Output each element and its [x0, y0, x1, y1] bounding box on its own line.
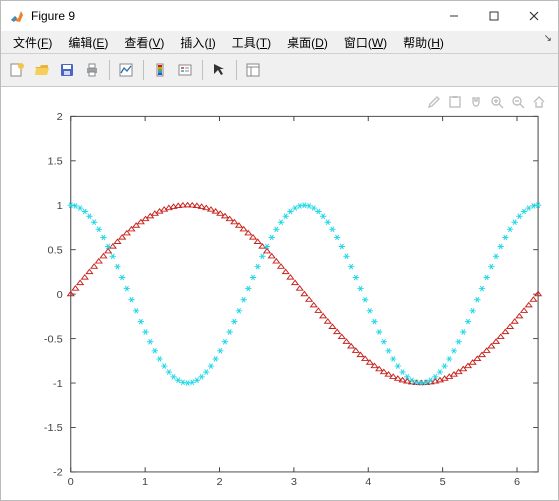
- insert-colorbar-button[interactable]: [148, 58, 172, 82]
- svg-text:0.5: 0.5: [48, 245, 63, 257]
- link-axes-button[interactable]: [114, 58, 138, 82]
- svg-text:1: 1: [57, 200, 63, 212]
- maximize-button[interactable]: [474, 2, 514, 30]
- insert-legend-button[interactable]: [173, 58, 197, 82]
- svg-text:0: 0: [57, 289, 63, 301]
- edit-plot-button[interactable]: [207, 58, 231, 82]
- menu-view[interactable]: 查看(V): [116, 32, 172, 53]
- svg-text:2: 2: [216, 476, 222, 488]
- menu-overflow-icon[interactable]: ↘: [544, 33, 552, 44]
- new-figure-button[interactable]: [5, 58, 29, 82]
- svg-text:2: 2: [57, 111, 63, 123]
- svg-text:0: 0: [68, 476, 74, 488]
- menu-insert[interactable]: 插入(I): [172, 32, 223, 53]
- property-inspector-button[interactable]: [241, 58, 265, 82]
- toolbar-separator: [109, 60, 110, 80]
- menu-tools[interactable]: 工具(T): [224, 32, 279, 53]
- svg-text:-1.5: -1.5: [44, 423, 63, 435]
- svg-text:-1: -1: [53, 378, 63, 390]
- svg-text:5: 5: [440, 476, 446, 488]
- save-button[interactable]: [55, 58, 79, 82]
- close-button[interactable]: [514, 2, 554, 30]
- menu-edit[interactable]: 编辑(E): [60, 32, 116, 53]
- figure-content: 0 1 2 3 4 5 6 -2 -1.5 -1 -0.5 0 0.5 1 1.5 2: [1, 87, 558, 500]
- figure-window: Figure 9 文件(F) 编辑(E) 查看(V) 插入(I) 工具(T) 桌…: [0, 0, 559, 501]
- svg-text:6: 6: [514, 476, 520, 488]
- svg-text:1: 1: [142, 476, 148, 488]
- menu-help[interactable]: 帮助(H): [395, 32, 452, 53]
- svg-text:1.5: 1.5: [48, 156, 63, 168]
- menubar: 文件(F) 编辑(E) 查看(V) 插入(I) 工具(T) 桌面(D) 窗口(W…: [1, 31, 558, 53]
- axes[interactable]: 0 1 2 3 4 5 6 -2 -1.5 -1 -0.5 0 0.5 1 1.5 2: [1, 107, 558, 500]
- svg-text:4: 4: [365, 476, 371, 488]
- open-button[interactable]: [30, 58, 54, 82]
- menu-desktop[interactable]: 桌面(D): [279, 32, 336, 53]
- svg-text:-0.5: -0.5: [44, 334, 63, 346]
- print-button[interactable]: [80, 58, 104, 82]
- window-title: Figure 9: [31, 9, 434, 23]
- svg-text:-2: -2: [53, 467, 63, 479]
- matlab-logo-icon: [9, 8, 25, 24]
- toolbar-separator: [202, 60, 203, 80]
- menu-file[interactable]: 文件(F): [5, 32, 60, 53]
- toolbar-separator: [236, 60, 237, 80]
- toolbar-separator: [143, 60, 144, 80]
- menu-window[interactable]: 窗口(W): [336, 32, 395, 53]
- minimize-button[interactable]: [434, 2, 474, 30]
- titlebar: Figure 9: [1, 1, 558, 31]
- figure-toolbar: [1, 53, 558, 87]
- svg-text:3: 3: [291, 476, 297, 488]
